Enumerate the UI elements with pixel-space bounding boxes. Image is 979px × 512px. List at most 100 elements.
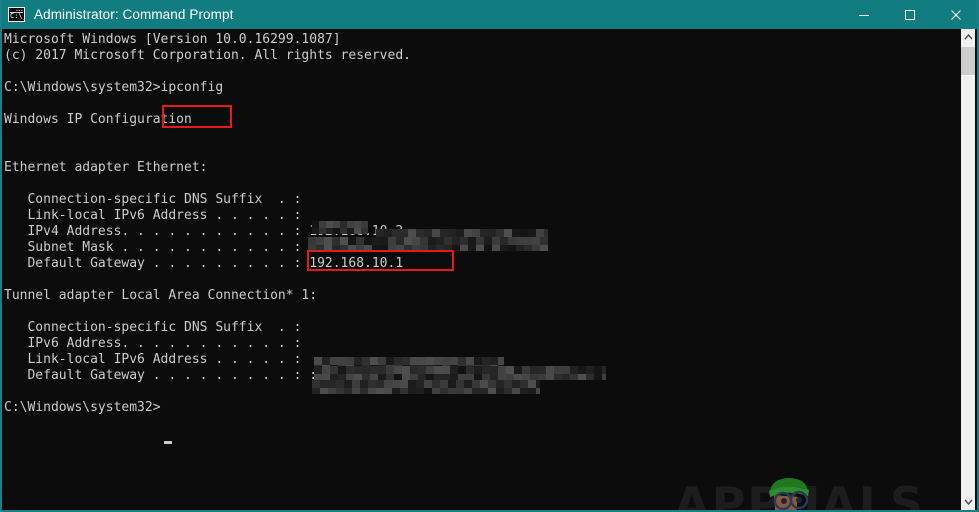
redaction-cell [452,245,460,251]
redaction-cell [516,237,524,245]
redaction-cell [578,374,586,380]
redaction-cell [370,366,378,374]
redaction-cell [434,366,442,374]
redaction-cell [472,388,480,394]
redaction-cell [512,380,520,388]
redaction-cell [372,237,380,245]
redaction-cell [496,388,504,394]
redaction-cell [450,357,458,365]
redaction-cell [354,221,361,228]
redaction-cell [402,366,410,374]
redaction-cell [362,357,370,365]
close-icon [951,9,961,20]
redaction-cell [324,245,332,251]
redaction-cell [392,388,400,394]
redaction-cell [332,237,340,245]
redaction-cell [340,245,348,251]
title-bar[interactable]: ••• C:\_ Administrator: Command Prompt [2,0,977,29]
redaction-cell [562,366,570,374]
redaction-cell [364,237,372,245]
window-title: Administrator: Command Prompt [34,7,234,22]
redaction-cell [440,229,448,237]
redaction-cell [484,237,492,245]
redaction-cell [364,245,372,251]
redaction-cell [506,366,514,374]
redaction-cell [328,388,336,394]
vertical-scrollbar[interactable] [961,29,975,510]
console-icon: ••• C:\_ [8,7,25,22]
redaction-cell [586,374,594,380]
scrollbar-up-button[interactable] [961,29,975,45]
redaction-cell [440,380,448,388]
redaction-cell [352,380,360,388]
redaction-cell [336,388,344,394]
window-controls [841,0,977,29]
redaction-cell [498,366,506,374]
redaction-cell [546,366,554,374]
redaction-cell [448,388,456,394]
minimize-icon [859,14,869,16]
redaction-cell [520,229,528,237]
chevron-down-icon [963,499,973,505]
redaction-cell [412,237,420,245]
minimize-button[interactable] [841,0,887,29]
redaction-cell [386,366,394,374]
redaction-cell [504,380,512,388]
redaction-cell [356,245,364,251]
redaction-cell [602,366,606,374]
scrollbar-down-button[interactable] [961,494,975,510]
redaction-cell [602,374,606,380]
redaction-cell [484,245,492,251]
command-prompt-window: ••• C:\_ Administrator: Command Prompt [0,0,979,512]
redaction-cell [344,380,352,388]
redaction-cell [340,228,347,234]
redaction-cell [464,388,472,394]
redaction-cell [474,357,482,365]
redaction-cell [396,237,404,245]
redaction-cell [372,245,380,251]
redaction-cell [338,357,346,365]
redaction-cell [410,366,418,374]
redaction-cell [544,229,548,237]
redaction-cell [380,245,388,251]
redaction-cell [538,366,546,374]
ethernet-link-local-redaction [308,237,548,251]
redaction-cell [476,237,484,245]
scrollbar-thumb[interactable] [961,47,975,75]
redaction-cell [472,229,480,237]
redaction-cell [400,388,408,394]
redaction-cell [458,357,466,365]
redaction-cell [500,237,508,245]
redaction-cell [312,228,319,234]
redaction-cell [356,237,364,245]
redaction-cell [530,366,538,374]
redaction-cell [476,245,484,251]
chevron-up-icon [963,34,973,40]
redaction-cell [426,357,434,365]
close-button[interactable] [933,0,977,29]
maximize-button[interactable] [887,0,933,29]
redaction-cell [520,388,528,394]
redaction-cell [508,245,516,251]
redaction-cell [524,245,532,251]
redaction-cell [594,366,602,374]
console-output-area[interactable]: Microsoft Windows [Version 10.0.16299.10… [2,29,963,510]
redaction-cell [368,380,376,388]
redaction-cell [362,366,370,374]
redaction-cell [524,237,532,245]
redaction-cell [490,366,498,374]
redaction-cell [418,366,426,374]
redaction-cell [444,237,452,245]
redaction-cell [404,237,412,245]
redaction-cell [532,245,540,251]
console-icon-text: C:\_ [10,12,24,20]
redaction-cell [416,388,424,394]
redaction-cell [474,366,482,374]
redaction-cell [380,237,388,245]
redaction-cell [460,237,468,245]
redaction-cell [480,388,488,394]
redaction-cell [522,366,530,374]
redaction-cell [384,388,392,394]
redaction-cell [448,380,456,388]
redaction-cell [320,388,328,394]
